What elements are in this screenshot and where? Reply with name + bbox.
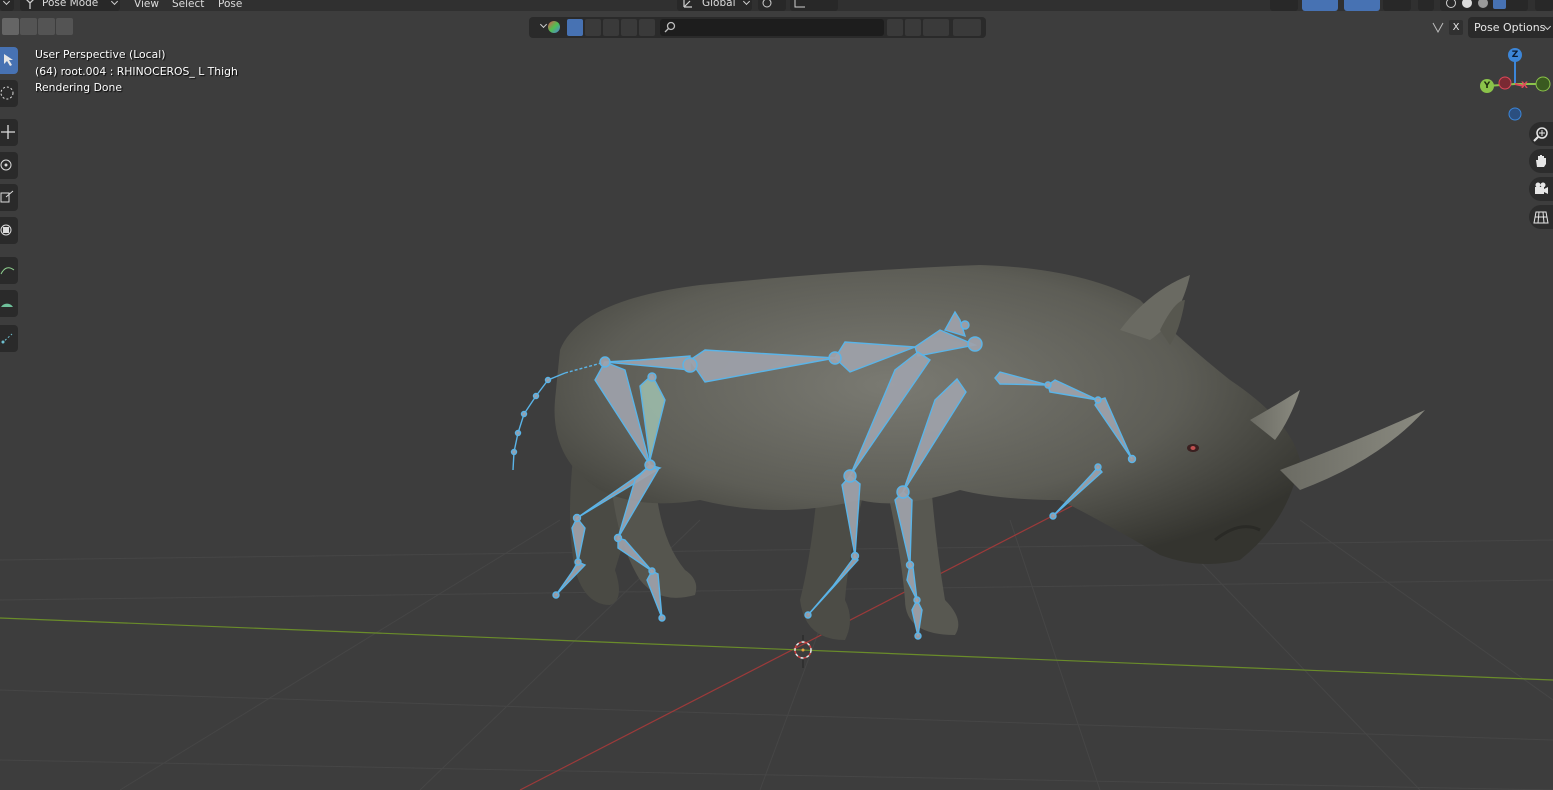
gizmo-x-axis[interactable]: X — [1518, 79, 1531, 93]
world-filter-icon[interactable] — [621, 19, 637, 36]
cursor-tool[interactable] — [0, 80, 18, 107]
camera-view-button[interactable] — [1529, 177, 1553, 201]
orientation-label: Global — [702, 0, 736, 9]
chevron-down-icon — [110, 0, 119, 6]
viewport-header: Pose Mode View Select Pose Global — [0, 0, 1553, 11]
hand-icon — [1536, 155, 1546, 167]
3d-cursor-tool-icon — [0, 86, 14, 100]
menu-pose[interactable]: Pose — [218, 0, 242, 11]
annotate-tool[interactable] — [0, 257, 18, 284]
zoom-button[interactable] — [1529, 122, 1553, 146]
rendered-shading-icon[interactable] — [1493, 0, 1506, 9]
filter-funnel-icon[interactable] — [953, 19, 981, 36]
chevron-down-icon[interactable] — [539, 20, 548, 29]
scale-icon — [0, 190, 14, 203]
snap-icon — [794, 0, 805, 8]
bookmark-icon[interactable] — [905, 19, 921, 36]
shading-mode-group[interactable] — [1440, 0, 1528, 11]
selectable-filter-icon[interactable] — [567, 19, 583, 36]
x-mirror-toggle[interactable]: X — [1449, 20, 1463, 35]
mode-dropdown[interactable]: Pose Mode — [20, 0, 120, 11]
menu-view[interactable]: View — [134, 0, 159, 11]
overlays-button[interactable] — [1344, 0, 1380, 11]
xray-button[interactable] — [1418, 0, 1434, 11]
measure-tool[interactable] — [0, 290, 18, 317]
viewport-3d[interactable] — [0, 0, 1553, 790]
move-tool[interactable] — [0, 119, 18, 146]
mode-label: Pose Mode — [42, 0, 99, 9]
viewport-info-overlay: User Perspective (Local) (64) root.004 :… — [35, 47, 238, 97]
rotate-tool[interactable] — [0, 152, 18, 179]
gizmo-toggle[interactable] — [1270, 0, 1298, 11]
transform-icon — [0, 224, 12, 236]
xray-toggle[interactable] — [1383, 0, 1411, 11]
select-box-tool[interactable] — [0, 47, 18, 74]
camera-icon — [1535, 182, 1548, 194]
select-intersect-icon[interactable] — [56, 18, 73, 35]
y-axis-line — [0, 617, 1553, 681]
search-field[interactable] — [660, 19, 884, 36]
object-type-filter-bar — [529, 17, 986, 38]
camera-filter-icon[interactable] — [639, 19, 655, 36]
gizmo-y-axis[interactable]: Y — [1480, 79, 1494, 93]
rotate-icon — [0, 159, 12, 171]
select-extend-icon[interactable] — [20, 18, 37, 35]
select-new-icon[interactable] — [2, 18, 19, 35]
grid-icon — [1533, 211, 1549, 224]
visible-filter-icon[interactable] — [585, 19, 601, 36]
show-gizmo-button[interactable] — [1302, 0, 1338, 11]
floor-grid — [0, 519, 1553, 790]
move-icon — [1, 125, 15, 139]
pivot-icon — [762, 0, 772, 8]
pose-mode-icon — [26, 0, 34, 9]
pose-tool[interactable] — [0, 325, 18, 352]
3d-cursor-icon[interactable] — [794, 635, 812, 668]
display-mode-dropdown[interactable] — [923, 19, 949, 36]
perspective-toggle-button[interactable] — [1529, 205, 1553, 229]
wireframe-shading-icon[interactable] — [1446, 0, 1456, 8]
select-subtract-icon[interactable] — [38, 18, 55, 35]
pose-tool-icon — [1, 333, 13, 344]
pan-button[interactable] — [1529, 149, 1553, 173]
transform-tool[interactable] — [0, 217, 18, 244]
render-filter-icon[interactable] — [603, 19, 619, 36]
view-perspective-label: User Perspective (Local) — [35, 48, 166, 61]
pose-options-dropdown[interactable]: Pose Options — [1468, 17, 1553, 38]
scale-tool[interactable] — [0, 184, 18, 211]
snap-dropdown[interactable] — [790, 0, 838, 11]
solid-shading-icon[interactable] — [1462, 0, 1472, 8]
editor-type-dropdown[interactable] — [0, 0, 14, 11]
object-types-icon[interactable] — [548, 21, 560, 33]
material-shading-icon[interactable] — [1478, 0, 1488, 8]
active-bone-label: (64) root.004 : RHINOCEROS_ L Thigh — [35, 64, 238, 78]
zoom-icon — [1533, 127, 1548, 142]
transform-orientation-dropdown[interactable]: Global — [677, 0, 752, 11]
filter-toggle-icon[interactable] — [887, 19, 903, 36]
tool-shelf — [0, 47, 18, 357]
gizmo-z-axis[interactable]: Z — [1508, 48, 1522, 62]
search-icon — [664, 21, 676, 33]
menu-select[interactable]: Select — [172, 0, 204, 11]
sidebar-toggle[interactable] — [1535, 0, 1553, 11]
render-status-label: Rendering Done — [35, 81, 122, 94]
cursor-select-icon — [4, 54, 13, 66]
pivot-point-dropdown[interactable] — [758, 0, 786, 11]
annotate-icon — [0, 267, 15, 275]
orientation-icon — [683, 0, 692, 8]
chevron-down-icon — [742, 0, 751, 6]
pose-options-label: Pose Options — [1474, 21, 1546, 34]
mirror-icon[interactable] — [1431, 20, 1445, 35]
selection-mode-group — [0, 18, 76, 35]
measure-icon — [1, 303, 13, 307]
